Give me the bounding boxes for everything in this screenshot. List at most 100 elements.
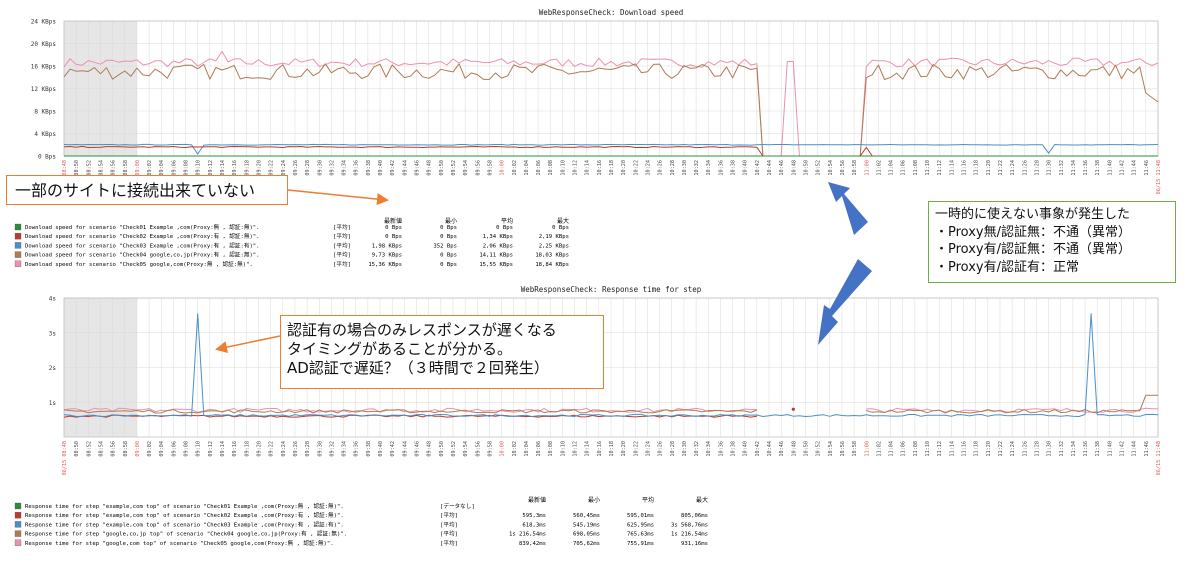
x-tick-label: 09:06 [171, 441, 177, 457]
x-tick-label: 11:16 [962, 160, 968, 176]
callout-auth-line-3: AD認証で遅延？（３時間で２回発生） [287, 359, 549, 377]
legend-swatch [14, 251, 22, 258]
y-tick-label: 8 KBps [34, 109, 56, 116]
x-tick-label: 11:40 [1107, 441, 1113, 457]
y-tick-label: 20 KBps [31, 41, 57, 48]
x-tick-label: 11:42 [1120, 441, 1126, 457]
legend-swatch [14, 512, 22, 519]
x-tick-label: 11:12 [937, 160, 943, 176]
legend-avg: 755,91ms [627, 541, 654, 547]
x-tick-label: 06/15 11:48 [1156, 441, 1162, 475]
legend-avg: 1,34 KBps [483, 234, 513, 240]
x-tick-label: 11:28 [1034, 160, 1040, 176]
blue-arrow-up-left [828, 182, 868, 235]
download-speed-legend: 最新値 最小 平均 最大 Download speed for scenario "Ch… [14, 217, 569, 268]
x-tick-label: 09:18 [244, 441, 250, 457]
x-tick-label: 11:38 [1095, 441, 1101, 457]
x-tick-label: 09:08 [184, 160, 190, 176]
x-tick-label: 10:56 [840, 441, 846, 457]
callout-auth-line-2: タイミングがあることが分かる。 [287, 340, 513, 358]
legend-header-max: 最大 [557, 217, 569, 225]
x-tick-label: 10:24 [645, 160, 651, 176]
x-tick-label: 06/15 11:48 [1156, 160, 1162, 194]
x-tick-label: 09:58 [487, 160, 493, 176]
x-tick-label: 09:14 [220, 441, 226, 457]
x-tick-label: 09:12 [208, 160, 214, 176]
x-tick-label: 11:40 [1107, 160, 1113, 176]
legend-min: 352 Bps [433, 243, 457, 249]
x-tick-label: 11:30 [1047, 441, 1053, 457]
legend-last: 0 Bps [385, 234, 402, 240]
legend-swatch [14, 530, 22, 537]
response-time-legend: 最新値 最小 平均 最大 Response time for step "example… [14, 496, 708, 547]
x-tick-label: 09:44 [402, 441, 408, 457]
x-tick-label: 08:52 [86, 441, 92, 457]
legend-max: 18,03 KBps [535, 253, 569, 259]
x-tick-label: 09:10 [196, 441, 202, 457]
legend-series-name: Download speed for scenario "Check01 Exa… [25, 223, 260, 231]
x-tick-label: 11:20 [986, 441, 992, 457]
x-tick-label: 09:28 [305, 160, 311, 176]
x-tick-label: 09:04 [159, 441, 165, 457]
x-tick-label: 11:10 [925, 441, 931, 457]
legend-agg: [平均] [333, 232, 351, 240]
legend-header-avg: 平均 [642, 496, 654, 504]
legend-swatch [14, 539, 22, 546]
x-tick-label: 08:52 [86, 160, 92, 176]
x-tick-label: 10:20 [621, 160, 627, 176]
x-tick-label: 11:18 [974, 441, 980, 457]
legend-min: 0 Bps [440, 234, 457, 240]
x-tick-label: 11:26 [1022, 160, 1028, 176]
x-tick-label: 11:22 [998, 441, 1004, 457]
y-tick-label: 24 KBps [31, 19, 57, 26]
legend-series-name: Response time for step "example,com top"… [25, 520, 344, 528]
series-point-check02 [791, 407, 795, 411]
x-tick-label: 10:38 [731, 160, 737, 176]
legend-series-name: Response time for step "example,com top"… [25, 511, 344, 519]
legend-max: 2,25 KBps [539, 243, 569, 249]
x-tick-label: 08:54 [98, 160, 104, 176]
x-tick-label: 10:06 [536, 160, 542, 176]
x-tick-label: 11:26 [1022, 441, 1028, 457]
x-tick-label: 11:34 [1071, 160, 1077, 176]
x-tick-label: 09:36 [354, 441, 360, 457]
x-tick-label: 10:40 [743, 160, 749, 176]
legend-series-name: Response time for step "google,co,jp top… [25, 530, 347, 538]
legend-avg: 15,55 KBps [479, 262, 513, 268]
x-tick-label: 09:24 [281, 160, 287, 176]
x-tick-label: 11:24 [1010, 441, 1016, 457]
x-tick-label: 11:10 [925, 160, 931, 176]
legend-avg: 14,11 KBps [479, 253, 513, 259]
x-tick-label: 10:22 [633, 160, 639, 176]
x-tick-label: 09:34 [342, 441, 348, 457]
x-tick-label: 10:26 [658, 441, 664, 457]
x-tick-label: 09:16 [232, 441, 238, 457]
x-tick-label: 09:00 [135, 160, 141, 176]
x-tick-label: 09:26 [293, 441, 299, 457]
callout-unreachable-sites: 一部のサイトに接続出来ていない [6, 175, 288, 205]
x-tick-label: 09:36 [354, 160, 360, 176]
legend-min: 0 Bps [440, 253, 457, 259]
legend-header-last: 最新値 [384, 217, 402, 225]
legend-min: 0 Bps [440, 225, 457, 231]
legend-header-last: 最新値 [528, 496, 546, 504]
legend-min: 705,62ms [573, 541, 600, 547]
legend-swatch [14, 521, 22, 528]
x-tick-label: 09:56 [475, 441, 481, 457]
x-tick-label: 08:54 [98, 441, 104, 457]
x-tick-label: 09:42 [390, 441, 396, 457]
legend-avg: 0 Bps [496, 225, 513, 231]
x-tick-label: 10:30 [682, 441, 688, 457]
y-tick-label: 12 KBps [31, 86, 57, 93]
download-speed-chart: 0 Bps 4 KBps 8 KBps 12 KBps 16 KBps 20 KBps 24… [31, 8, 1162, 194]
x-tick-label: 11:04 [889, 441, 895, 457]
legend-swatch [14, 223, 22, 231]
x-tick-label: 11:32 [1059, 441, 1065, 457]
legend-max: 0 Bps [552, 225, 569, 231]
orange-arrow-to-legend [287, 189, 389, 206]
legend-swatch [14, 233, 22, 240]
y-tick-label: 3s [49, 330, 57, 337]
x-tick-label: 11:08 [913, 441, 919, 457]
x-tick-label: 09:32 [329, 160, 335, 176]
callout-unreachable-text: 一部のサイトに接続出来ていない [15, 181, 256, 200]
